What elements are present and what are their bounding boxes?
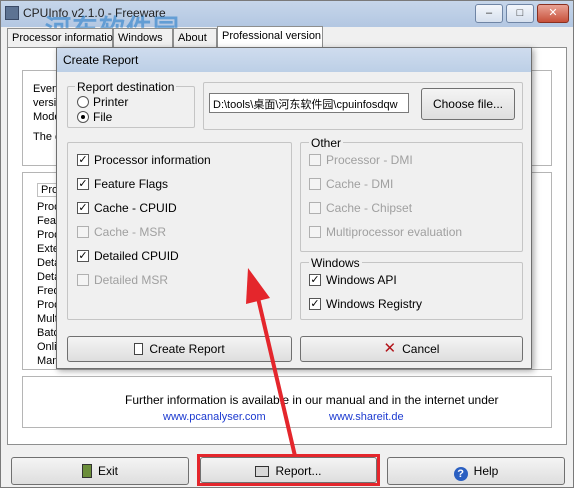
annotation-arrow <box>246 268 297 457</box>
arrow-head <box>246 268 270 304</box>
arrow-shaft <box>256 297 297 457</box>
